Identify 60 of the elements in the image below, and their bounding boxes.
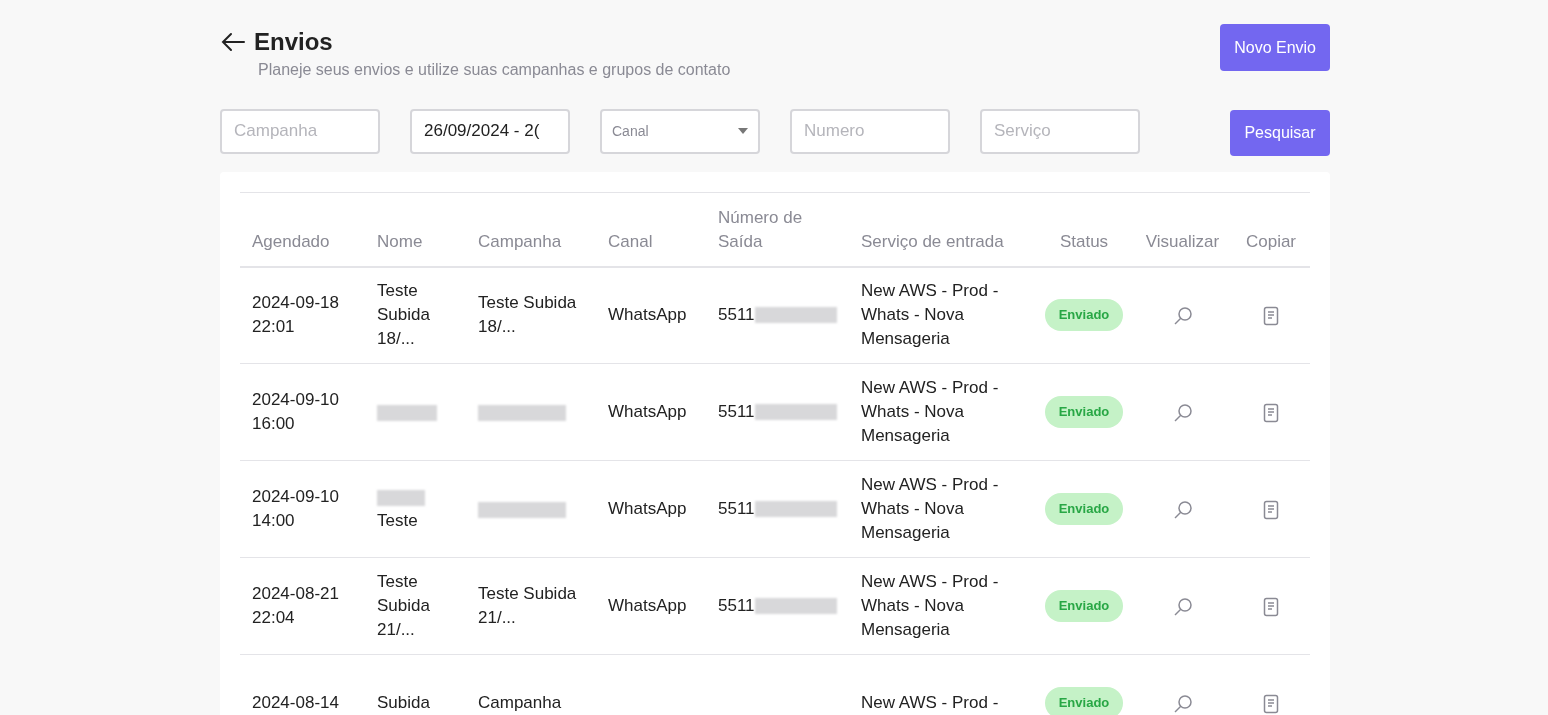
channel-name: WhatsApp	[608, 304, 688, 327]
input-service: New AWS - Prod - Whats - Nova Mensageria	[861, 377, 1000, 447]
filter-field[interactable]: Serviço	[980, 108, 1140, 154]
search-button[interactable]: Pesquisar	[1230, 110, 1330, 156]
filter-field[interactable]: Numero	[790, 108, 950, 154]
channel-name: WhatsApp	[608, 595, 688, 617]
input-service: New AWS - Prod - Whats - Nova Mensageria	[861, 280, 1000, 351]
campaign-name: Teste Subida 21/...	[478, 583, 578, 629]
campaign-name: Teste Subida 18/...	[478, 292, 578, 339]
phone-number: 5511	[718, 304, 755, 327]
column-header: Número de Saída	[718, 207, 803, 251]
send-name: Subida	[377, 692, 431, 714]
search-icon[interactable]	[1172, 305, 1193, 326]
search-icon[interactable]	[1172, 596, 1193, 617]
column-header: Campanha	[478, 231, 562, 251]
input-service: New AWS - Prod - Whats - Nova Mensageria	[861, 571, 1000, 641]
back-arrow-icon[interactable]	[220, 32, 246, 52]
send-name: Teste Subida 18/...	[377, 280, 431, 351]
column-header: Visualizar	[1145, 231, 1220, 251]
input-service: New AWS - Prod - Whats - Nova Mensageria	[861, 474, 1000, 544]
campaign-name: Campanha	[478, 692, 563, 714]
status-badge: Enviado	[1044, 590, 1124, 622]
send-name: Teste Subida 21/...	[377, 571, 431, 641]
status-badge: Enviado	[1044, 493, 1124, 525]
new-send-button[interactable]: Novo Envio	[1220, 24, 1330, 71]
scheduled-date: 2024-08-21 22:04	[252, 583, 340, 629]
search-icon[interactable]	[1172, 402, 1193, 423]
search-icon[interactable]	[1172, 499, 1193, 520]
page-title: Envios	[254, 27, 333, 57]
search-icon[interactable]	[1172, 693, 1193, 714]
status-badge: Enviado	[1044, 299, 1124, 332]
channel-name: WhatsApp	[608, 401, 688, 423]
scheduled-date: 2024-09-10 14:00	[252, 486, 340, 532]
column-header: Copiar	[1245, 231, 1297, 251]
column-header: Nome	[377, 231, 423, 251]
channel-name: WhatsApp	[608, 498, 688, 520]
document-icon[interactable]	[1263, 693, 1279, 714]
input-service: New AWS - Prod -	[861, 692, 1000, 714]
channel-dropdown[interactable]: Canal	[600, 108, 760, 154]
page-subtitle: Planeje seus envios e utilize suas campanhas e grupos de contato	[258, 60, 731, 80]
column-header: Status	[1059, 231, 1109, 251]
phone-number: 5511	[718, 498, 755, 520]
column-header: Serviço de entrada	[861, 231, 1004, 251]
status-badge: Enviado	[1044, 687, 1124, 715]
scheduled-date: 2024-08-14	[252, 692, 340, 714]
column-header: Canal	[608, 231, 653, 251]
document-icon[interactable]	[1263, 499, 1279, 520]
phone-number: 5511	[718, 401, 755, 423]
status-badge: Enviado	[1044, 396, 1124, 428]
document-icon[interactable]	[1263, 596, 1279, 617]
scheduled-date: 2024-09-18 22:01	[252, 292, 340, 339]
filter-field[interactable]: Campanha	[220, 108, 380, 154]
caret-icon	[738, 128, 748, 134]
column-header: Agendado	[252, 231, 330, 251]
filter-field[interactable]: 26/09/2024 - 2(	[410, 108, 570, 154]
send-name: Teste	[377, 510, 419, 532]
scheduled-date: 2024-09-10 16:00	[252, 389, 340, 435]
phone-number: 5511	[718, 595, 755, 617]
document-icon[interactable]	[1263, 305, 1279, 326]
document-icon[interactable]	[1263, 402, 1279, 423]
